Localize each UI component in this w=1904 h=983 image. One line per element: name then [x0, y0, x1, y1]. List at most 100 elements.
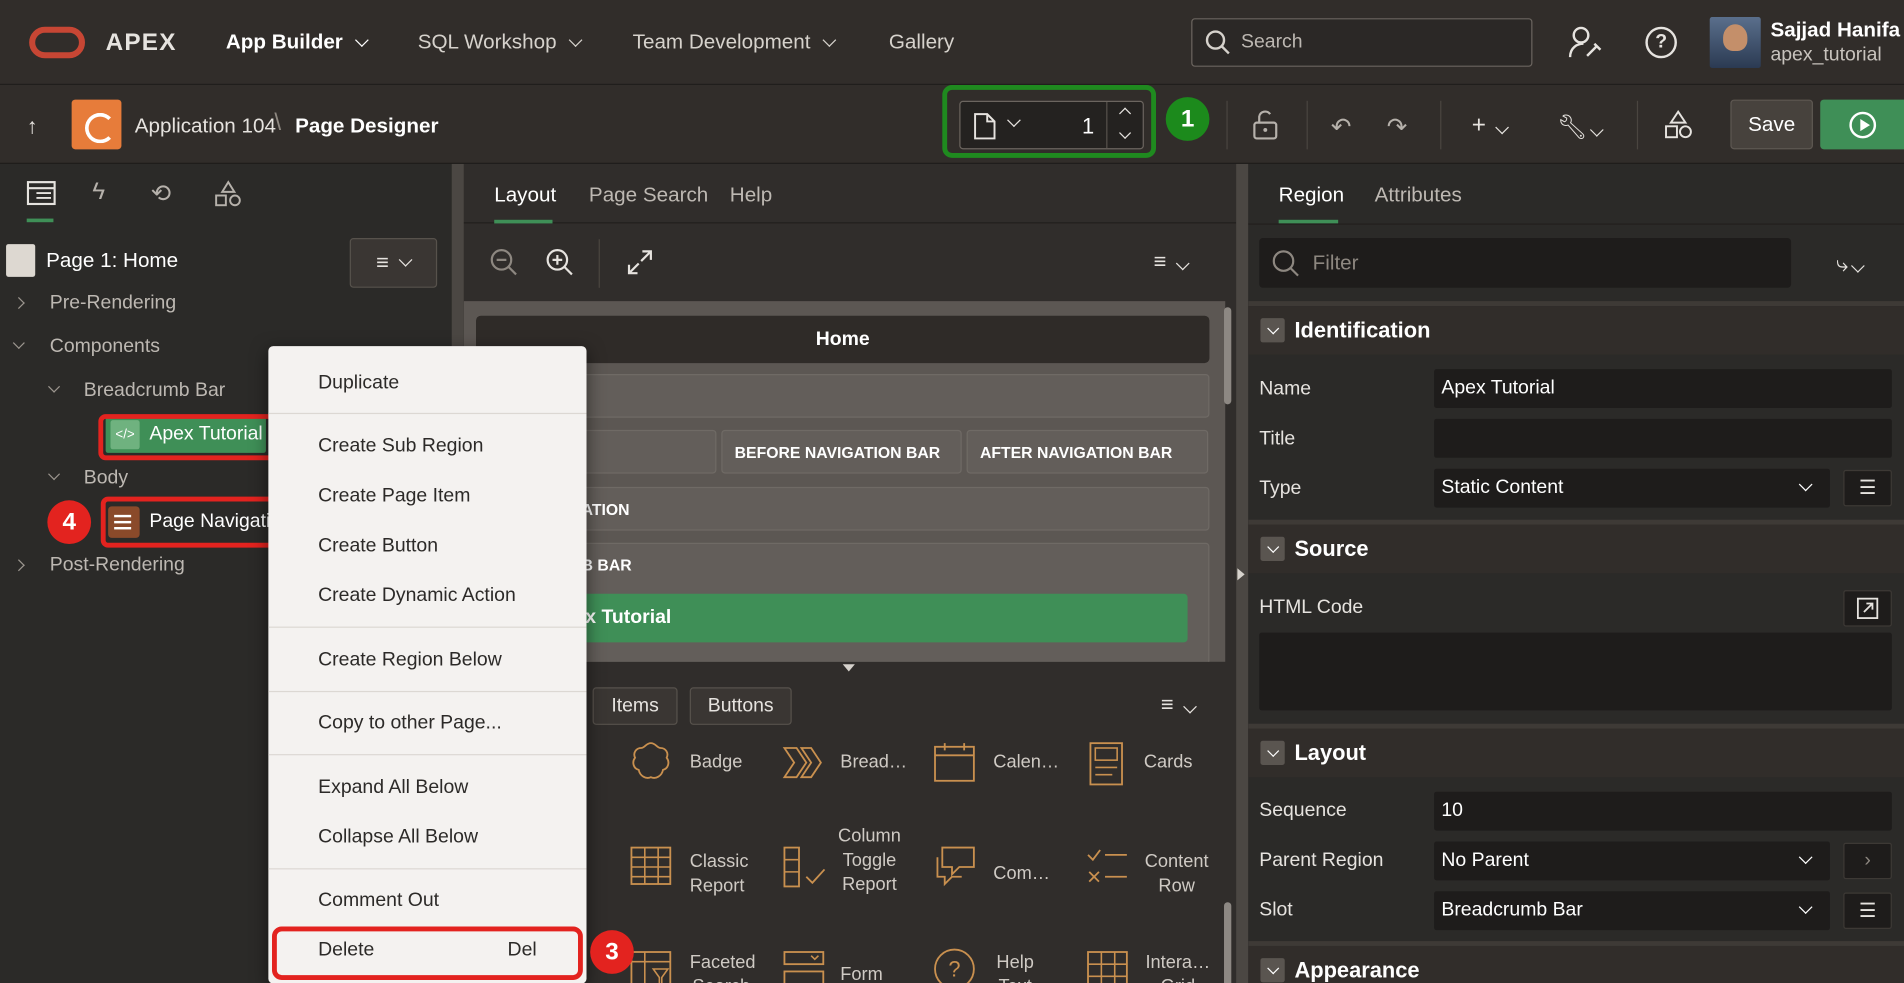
right-splitter[interactable] — [1236, 163, 1249, 983]
menu-item-create-sub-region[interactable]: Create Sub Region — [268, 426, 586, 467]
menu-item-copy-to-other-page[interactable]: Copy to other Page... — [268, 703, 586, 744]
oracle-logo-icon[interactable] — [29, 26, 86, 59]
tree-node-body[interactable]: Body — [84, 468, 128, 490]
administration-icon[interactable] — [1568, 24, 1604, 60]
go-to-parent-button[interactable]: › — [1843, 842, 1892, 880]
menu-item-create-dynamic-action[interactable]: Create Dynamic Action — [268, 576, 586, 617]
html-code-textarea[interactable] — [1259, 632, 1892, 711]
gallery-tab-buttons[interactable]: Buttons — [689, 687, 792, 725]
faceted-search-icon[interactable] — [629, 950, 673, 983]
unlock-icon[interactable] — [1251, 109, 1280, 141]
splitter-handle-icon[interactable] — [842, 664, 855, 672]
tree-node-pre-rendering[interactable]: Pre-Rendering — [50, 293, 176, 315]
menu-item-create-page-item[interactable]: Create Page Item — [268, 476, 586, 517]
user-name[interactable]: Sajjad Hanifa — [1770, 18, 1900, 42]
tab-region[interactable]: Region — [1279, 183, 1344, 207]
section-identification[interactable]: Identification — [1248, 301, 1904, 355]
nav-sql-workshop[interactable]: SQL Workshop — [418, 30, 583, 54]
collapse-toggle-icon[interactable] — [1260, 318, 1285, 343]
tab-page-search[interactable]: Page Search — [589, 183, 708, 207]
form-icon[interactable] — [782, 950, 826, 983]
prop-parent-region-select[interactable]: No Parent — [1434, 841, 1830, 881]
application-icon[interactable] — [71, 99, 122, 150]
help-icon[interactable]: ? — [1645, 26, 1677, 59]
breadcrumb-icon[interactable] — [782, 741, 826, 785]
classic-report-icon[interactable] — [629, 845, 673, 886]
section-appearance[interactable]: Appearance — [1248, 941, 1904, 983]
calendar-icon[interactable] — [933, 741, 977, 785]
type-list-button[interactable]: ☰ — [1843, 469, 1892, 507]
nav-app-builder[interactable]: App Builder — [226, 30, 370, 54]
undo-icon[interactable]: ↶ — [1331, 112, 1351, 142]
shared-components-tab-icon[interactable] — [214, 180, 243, 209]
zoom-out-icon[interactable] — [489, 248, 518, 277]
prop-slot-select[interactable]: Breadcrumb Bar — [1434, 891, 1830, 931]
global-search-input[interactable]: Search — [1191, 18, 1533, 67]
gallery-scrollbar[interactable] — [1224, 902, 1232, 983]
processing-tab-icon[interactable]: ⟲ — [151, 179, 171, 209]
breadcrumb-application[interactable]: Application 104 — [135, 114, 276, 138]
go-to-group-button[interactable]: ⤷ — [1836, 251, 1865, 277]
collapse-toggle-icon[interactable] — [1260, 958, 1285, 983]
tree-node-components[interactable]: Components — [50, 336, 160, 358]
section-source[interactable]: Source — [1248, 519, 1904, 574]
prop-name-input[interactable]: Apex Tutorial — [1434, 369, 1892, 409]
tree-node-breadcrumb-bar[interactable]: Breadcrumb Bar — [84, 380, 225, 402]
property-filter-input[interactable]: Filter — [1259, 238, 1792, 288]
shared-components-icon[interactable] — [1664, 109, 1693, 141]
chevron-down-icon[interactable] — [12, 337, 25, 350]
chevron-right-icon[interactable] — [12, 296, 25, 309]
open-code-editor-button[interactable] — [1843, 590, 1892, 627]
rendering-tab-icon[interactable] — [26, 181, 56, 206]
menu-item-comment-out[interactable]: Comment Out — [268, 880, 586, 921]
region-apex-tutorial[interactable]: x Tutorial — [573, 593, 1188, 643]
expand-icon[interactable] — [627, 249, 654, 276]
gallery-tab-items[interactable]: Items — [592, 687, 678, 725]
prop-title-input[interactable] — [1434, 418, 1892, 458]
section-layout[interactable]: Layout — [1248, 723, 1904, 778]
collapse-toggle-icon[interactable] — [1260, 536, 1285, 562]
menu-item-create-region-below[interactable]: Create Region Below — [268, 640, 586, 681]
menu-item-expand-all-below[interactable]: Expand All Below — [268, 767, 586, 808]
apex-logo-text[interactable]: APEX — [106, 29, 177, 57]
chevron-down-icon[interactable] — [48, 468, 61, 481]
page-title[interactable]: Page 1: Home — [46, 249, 178, 273]
canvas-scrollbar[interactable] — [1224, 307, 1232, 405]
splitter-handle-icon[interactable] — [1237, 568, 1245, 581]
run-page-button[interactable] — [1820, 99, 1904, 150]
interactive-grid-icon[interactable] — [1086, 950, 1130, 983]
arrow-up-icon[interactable]: ↑ — [27, 114, 38, 140]
nav-team-development[interactable]: Team Development — [633, 30, 837, 54]
tree-menu-button[interactable]: ≡ — [349, 238, 438, 288]
menu-item-collapse-all-below[interactable]: Collapse All Below — [268, 817, 586, 858]
zoom-in-icon[interactable] — [545, 248, 574, 277]
cards-icon[interactable] — [1088, 741, 1124, 787]
gallery-menu-button[interactable]: ≡ — [1161, 692, 1197, 718]
chevron-right-icon[interactable] — [12, 559, 25, 572]
content-row-icon[interactable] — [1086, 845, 1130, 889]
collapse-toggle-icon[interactable] — [1260, 740, 1285, 766]
badge-icon[interactable] — [629, 741, 673, 785]
layout-menu-button[interactable]: ≡ — [1154, 249, 1190, 275]
create-menu-button[interactable]: + — [1472, 112, 1510, 140]
save-button[interactable]: Save — [1730, 99, 1813, 150]
menu-item-duplicate[interactable]: Duplicate — [268, 363, 586, 404]
help-text-icon[interactable]: ? — [933, 947, 977, 983]
column-toggle-icon[interactable] — [782, 845, 828, 889]
avatar[interactable] — [1709, 17, 1761, 69]
slot-after-navigation-bar[interactable]: AFTER NAVIGATION BAR — [966, 429, 1209, 474]
dynamic-actions-tab-icon[interactable]: ϟ — [92, 179, 105, 207]
utilities-menu-button[interactable]: 🔧︎ — [1557, 112, 1605, 142]
slot-list-button[interactable]: ☰ — [1843, 892, 1892, 929]
nav-gallery[interactable]: Gallery — [889, 30, 954, 54]
menu-item-create-button[interactable]: Create Button — [268, 526, 586, 567]
prop-sequence-input[interactable]: 10 — [1434, 791, 1892, 831]
tab-attributes[interactable]: Attributes — [1375, 183, 1462, 207]
tab-help[interactable]: Help — [730, 183, 772, 207]
redo-icon[interactable]: ↷ — [1387, 112, 1407, 142]
comments-icon[interactable] — [933, 845, 979, 889]
tree-node-post-rendering[interactable]: Post-Rendering — [50, 555, 185, 577]
chevron-down-icon[interactable] — [48, 380, 61, 393]
slot-before-navigation-bar[interactable]: BEFORE NAVIGATION BAR — [721, 429, 962, 474]
tab-layout[interactable]: Layout — [494, 183, 556, 207]
